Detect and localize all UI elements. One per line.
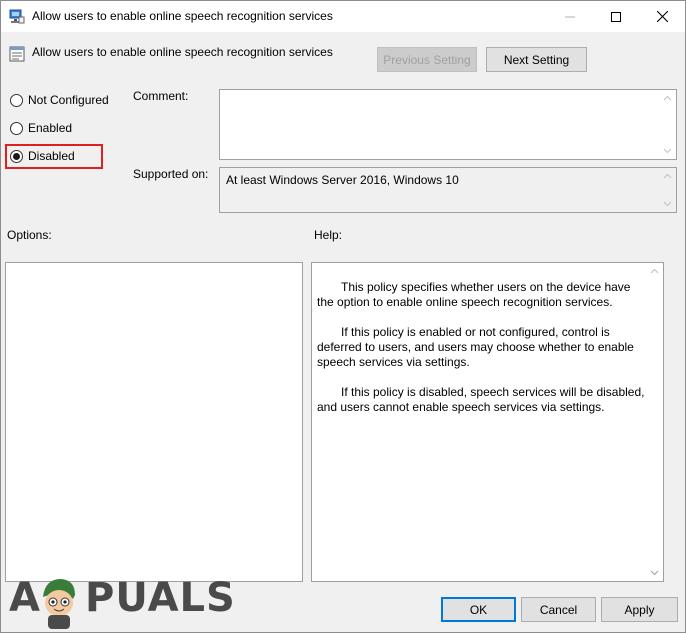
help-scrollbar[interactable] [646, 263, 663, 581]
group-policy-app-icon [9, 8, 25, 24]
scroll-up-icon[interactable] [663, 94, 672, 103]
radio-button[interactable] [10, 121, 23, 135]
minimize-icon[interactable] [547, 1, 593, 32]
help-paragraph: If this policy is enabled or not configu… [317, 325, 634, 369]
radio-label: Enabled [28, 121, 73, 135]
supported-on-field: At least Windows Server 2016, Windows 10 [219, 167, 677, 213]
highlight-annotation [5, 144, 103, 169]
window-title: Allow users to enable online speech reco… [32, 9, 333, 23]
radio-not-configured[interactable]: Not Configured [10, 93, 109, 107]
comment-scrollbar[interactable] [659, 90, 676, 159]
close-icon[interactable] [639, 1, 685, 32]
watermark-text-right: PUALS [85, 575, 236, 621]
comment-label: Comment: [133, 89, 189, 103]
supported-on-value: At least Windows Server 2016, Windows 10 [226, 173, 459, 187]
help-label: Help: [314, 228, 343, 242]
policy-title: Allow users to enable online speech reco… [32, 45, 333, 59]
radio-enabled[interactable]: Enabled [10, 121, 72, 135]
scroll-down-icon[interactable] [663, 146, 672, 155]
previous-setting-button[interactable]: Previous Setting [377, 47, 477, 72]
cancel-button[interactable]: Cancel [521, 597, 596, 622]
policy-setting-icon [9, 46, 25, 62]
help-text: This policy specifies whether users on t… [317, 280, 647, 430]
scroll-down-icon[interactable] [650, 568, 659, 577]
help-paragraph: If this policy is disabled, speech servi… [317, 385, 645, 414]
help-paragraph: This policy specifies whether users on t… [317, 280, 631, 309]
radio-button[interactable] [10, 93, 23, 107]
policy-dialog: Allow users to enable online speech reco… [0, 0, 686, 633]
options-label: Options: [7, 228, 52, 242]
mascot-icon [35, 575, 83, 634]
help-panel: This policy specifies whether users on t… [311, 262, 664, 582]
scroll-up-icon[interactable] [650, 267, 659, 276]
supported-on-label: Supported on: [133, 167, 209, 181]
title-bar[interactable]: Allow users to enable online speech reco… [1, 1, 685, 32]
apply-button[interactable]: Apply [601, 597, 678, 622]
comment-textarea[interactable] [219, 89, 677, 160]
options-panel [5, 262, 303, 582]
ok-button[interactable]: OK [441, 597, 516, 622]
radio-label: Not Configured [28, 93, 109, 107]
scroll-down-icon[interactable] [663, 199, 672, 208]
maximize-icon[interactable] [593, 1, 639, 32]
next-setting-button[interactable]: Next Setting [486, 47, 587, 72]
supported-scrollbar[interactable] [659, 168, 676, 212]
scroll-up-icon[interactable] [663, 172, 672, 181]
